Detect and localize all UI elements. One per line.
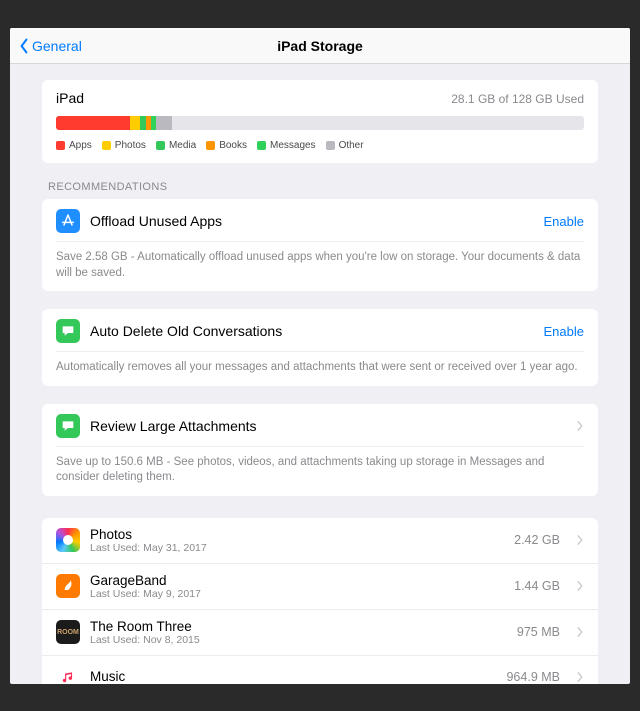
app-info: GarageBandLast Used: May 9, 2017	[90, 573, 504, 600]
swatch-icon	[102, 141, 111, 150]
storage-usage: 28.1 GB of 128 GB Used	[451, 92, 584, 106]
legend-label: Media	[169, 140, 196, 151]
device-name: iPad	[56, 90, 84, 106]
photos-icon	[56, 528, 80, 552]
app-name: The Room Three	[90, 619, 507, 634]
swatch-icon	[257, 141, 266, 150]
storage-summary: iPad 28.1 GB of 128 GB Used Apps Photos Me…	[42, 80, 598, 163]
recommendation-body: Save 2.58 GB - Automatically offload unu…	[56, 241, 584, 291]
apps-list: PhotosLast Used: May 31, 2017 2.42 GB Gara…	[42, 518, 598, 684]
app-info: Music	[90, 669, 496, 684]
bar-segment-photos	[130, 116, 141, 130]
app-size: 1.44 GB	[514, 579, 560, 593]
swatch-icon	[56, 141, 65, 150]
recommendation-title: Offload Unused Apps	[90, 213, 534, 229]
app-size: 964.9 MB	[506, 670, 560, 684]
swatch-icon	[326, 141, 335, 150]
app-row-the-room-three[interactable]: ROOM The Room ThreeLast Used: Nov 8, 2015…	[42, 609, 598, 655]
app-row-music[interactable]: Music 964.9 MB	[42, 655, 598, 684]
back-label: General	[32, 38, 82, 54]
recommendation-body: Automatically removes all your messages …	[56, 351, 584, 386]
app-info: PhotosLast Used: May 31, 2017	[90, 527, 504, 554]
chevron-right-icon	[576, 671, 584, 683]
app-info: The Room ThreeLast Used: Nov 8, 2015	[90, 619, 507, 646]
recommendation-header: Offload Unused Apps Enable	[42, 199, 598, 241]
legend-label: Apps	[69, 140, 92, 151]
app-size: 975 MB	[517, 625, 560, 639]
chevron-right-icon	[576, 420, 584, 432]
recommendation-title: Review Large Attachments	[90, 418, 566, 434]
app-row-garageband[interactable]: GarageBandLast Used: May 9, 2017 1.44 GB	[42, 563, 598, 609]
appstore-icon	[56, 209, 80, 233]
section-recommendations: RECOMMENDATIONS	[48, 181, 598, 193]
legend-label: Messages	[270, 140, 316, 151]
chevron-right-icon	[576, 534, 584, 546]
recommendation-header: Auto Delete Old Conversations Enable	[42, 309, 598, 351]
chevron-right-icon	[576, 580, 584, 592]
enable-button[interactable]: Enable	[544, 214, 584, 229]
app-name: Photos	[90, 527, 504, 542]
page-title: iPad Storage	[10, 38, 630, 54]
app-last-used: Last Used: Nov 8, 2015	[90, 634, 507, 646]
app-name: GarageBand	[90, 573, 504, 588]
legend-item-books: Books	[206, 140, 247, 151]
legend-item-media: Media	[156, 140, 196, 151]
recommendation-body: Save up to 150.6 MB - See photos, videos…	[56, 446, 584, 496]
app-name: Music	[90, 669, 496, 684]
bar-segment-other	[156, 116, 172, 130]
music-icon	[56, 665, 80, 684]
garageband-icon	[56, 574, 80, 598]
bar-segment-apps	[56, 116, 130, 130]
legend-label: Other	[339, 140, 364, 151]
enable-button[interactable]: Enable	[544, 324, 584, 339]
recommendation-header[interactable]: Review Large Attachments	[42, 404, 598, 446]
messages-icon	[56, 414, 80, 438]
swatch-icon	[206, 141, 215, 150]
recommendation-title: Auto Delete Old Conversations	[90, 323, 534, 339]
storage-legend: Apps Photos Media Books Messages Other	[56, 140, 584, 151]
recommendation-1: Auto Delete Old Conversations Enable Autom…	[42, 309, 598, 386]
recommendation-2: Review Large Attachments Save up to 150.6…	[42, 404, 598, 496]
chevron-left-icon	[18, 38, 30, 54]
app-row-photos[interactable]: PhotosLast Used: May 31, 2017 2.42 GB	[42, 518, 598, 563]
app-last-used: Last Used: May 9, 2017	[90, 588, 504, 600]
app-last-used: Last Used: May 31, 2017	[90, 542, 504, 554]
chevron-right-icon	[576, 626, 584, 638]
legend-label: Books	[219, 140, 247, 151]
legend-item-messages: Messages	[257, 140, 316, 151]
legend-item-other: Other	[326, 140, 364, 151]
legend-item-photos: Photos	[102, 140, 146, 151]
legend-item-apps: Apps	[56, 140, 92, 151]
messages-icon	[56, 319, 80, 343]
swatch-icon	[156, 141, 165, 150]
recommendation-0: Offload Unused Apps Enable Save 2.58 GB - …	[42, 199, 598, 291]
back-button[interactable]: General	[10, 38, 82, 54]
nav-bar: General iPad Storage	[10, 28, 630, 64]
storage-bar	[56, 116, 584, 130]
app-size: 2.42 GB	[514, 533, 560, 547]
legend-label: Photos	[115, 140, 146, 151]
room-icon: ROOM	[56, 620, 80, 644]
